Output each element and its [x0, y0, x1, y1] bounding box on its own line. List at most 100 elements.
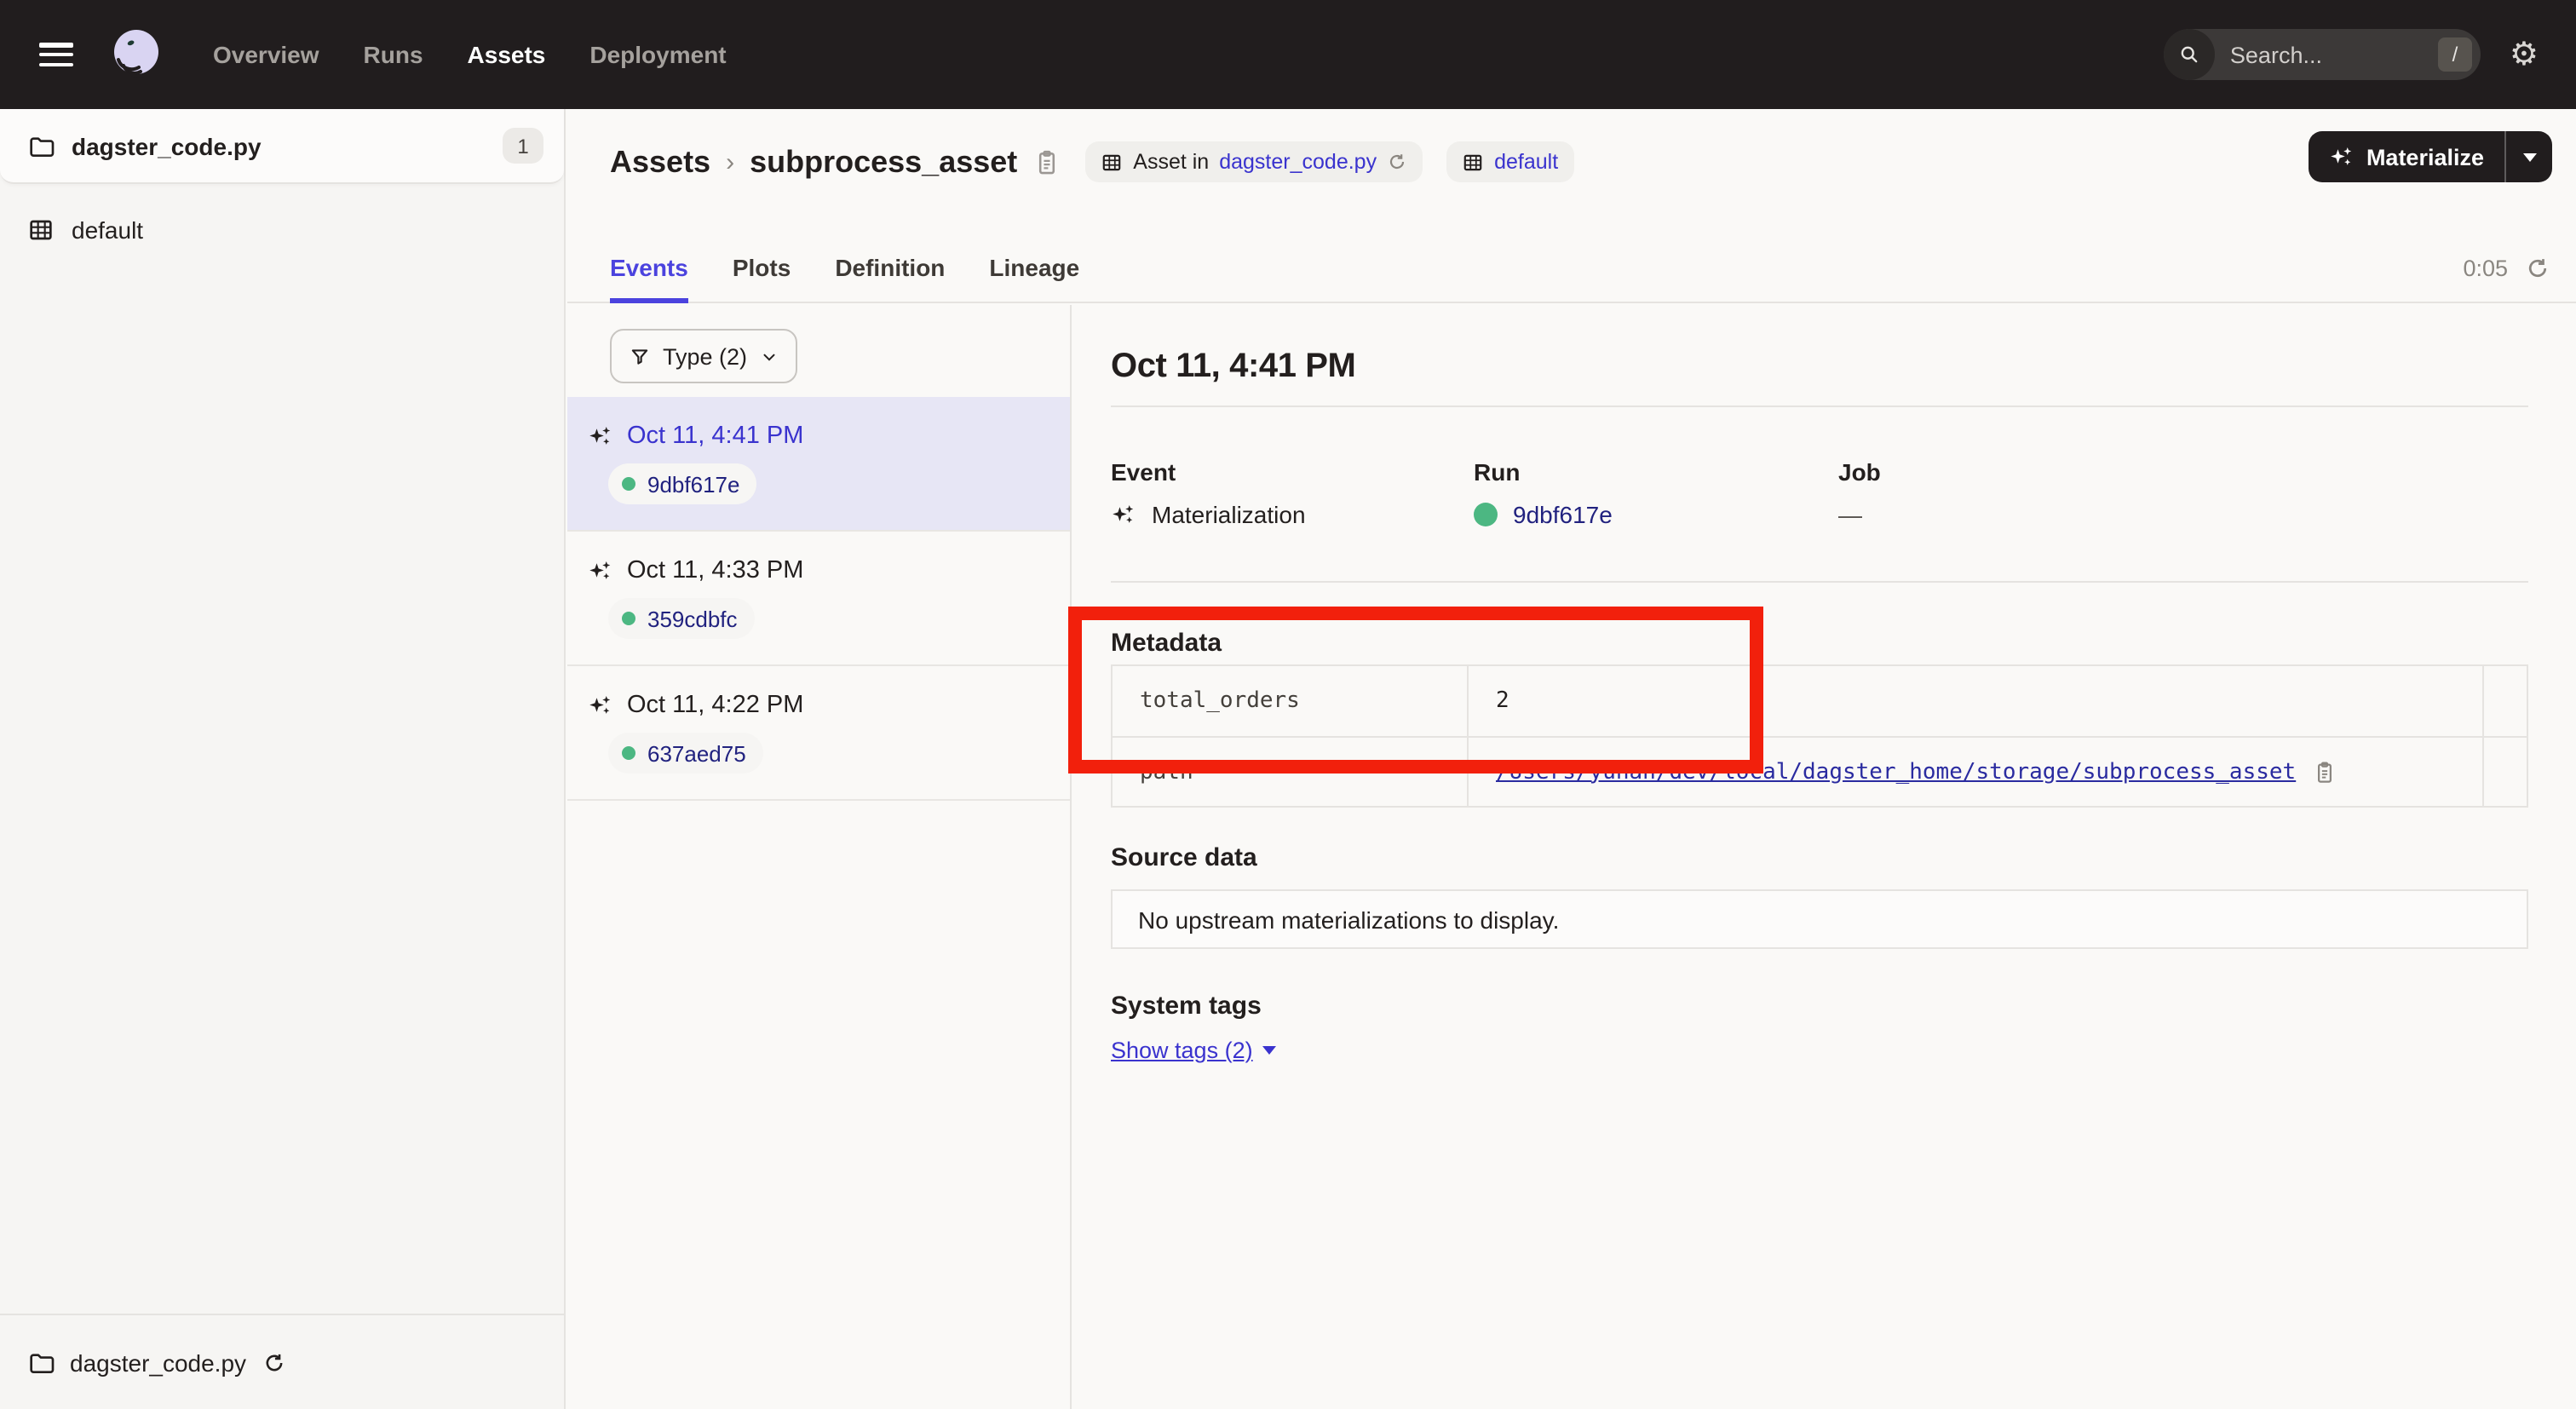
materialization-sparkle-icon [2329, 144, 2355, 170]
event-date: Oct 11, 4:41 PM [627, 423, 803, 450]
type-filter-label: Type (2) [663, 343, 747, 369]
sidebar-item-code-location[interactable]: dagster_code.py 1 [0, 109, 564, 184]
copy-path-icon[interactable] [2311, 759, 2337, 785]
search-shortcut-key: / [2438, 37, 2472, 72]
event-list-item[interactable]: Oct 11, 4:33 PM 359cdbfc [567, 532, 1070, 666]
primary-nav: Overview Runs Assets Deployment [213, 41, 727, 68]
metadata-key: path [1112, 737, 1468, 807]
tab-events[interactable]: Events [610, 254, 688, 303]
refresh-icon[interactable] [2525, 256, 2550, 281]
search-placeholder: Search... [2230, 42, 2322, 67]
chevron-down-icon [759, 347, 778, 365]
copy-asset-name-icon[interactable] [1032, 147, 1061, 176]
breadcrumb-assets-link[interactable]: Assets [610, 144, 710, 180]
metadata-key: total_orders [1112, 665, 1468, 737]
run-id-pill[interactable]: 9dbf617e [608, 463, 756, 504]
footer-code-location-label: dagster_code.py [70, 1349, 246, 1376]
event-detail-panel: Oct 11, 4:41 PM Event Materialization Ru… [1073, 305, 2576, 1409]
path-link[interactable]: /Users/yuhan/dev/local/dagster_home/stor… [1496, 759, 2296, 785]
asset-icon [1101, 151, 1123, 173]
refresh-area: 0:05 [2463, 256, 2550, 281]
source-data-empty-state: No upstream materializations to display. [1111, 889, 2528, 949]
asset-count-badge: 1 [503, 128, 543, 164]
asset-group-icon [27, 216, 55, 244]
code-location-label: dagster_code.py [72, 132, 262, 159]
page-header: Assets › subprocess_asset Asset in dagst… [567, 109, 2576, 303]
breadcrumb-separator: › [726, 147, 734, 176]
nav-item-deployment[interactable]: Deployment [589, 41, 726, 68]
tab-lineage[interactable]: Lineage [989, 254, 1079, 303]
materialization-sparkle-icon [588, 423, 613, 449]
sidebar-footer-code-location[interactable]: dagster_code.py [0, 1314, 564, 1409]
nav-item-overview[interactable]: Overview [213, 41, 319, 68]
event-column-label: Event [1111, 458, 1474, 486]
search-icon [2164, 29, 2215, 80]
event-detail-title: Oct 11, 4:41 PM [1111, 348, 2528, 387]
run-status-dot [1474, 503, 1498, 526]
group-link[interactable]: default [1494, 150, 1558, 174]
job-value: — [1838, 501, 1862, 528]
table-row: path /Users/yuhan/dev/local/dagster_home… [1112, 737, 2527, 807]
materialization-sparkle-icon [588, 558, 613, 584]
filter-icon [629, 345, 651, 367]
events-list-panel: Type (2) Oct 11, 4:41 PM 9dbf617e Oct 11… [567, 305, 1072, 1409]
run-id: 637aed75 [647, 740, 746, 766]
reload-icon[interactable] [262, 1350, 285, 1374]
run-id-pill[interactable]: 637aed75 [608, 733, 763, 774]
sidebar: dagster_code.py 1 default dagster_code.p… [0, 109, 566, 1409]
breadcrumb: Assets › subprocess_asset Asset in dagst… [610, 141, 2576, 182]
refresh-timer: 0:05 [2463, 256, 2508, 281]
materialize-options-button[interactable] [2506, 152, 2552, 161]
metadata-value: 2 [1468, 665, 2483, 737]
gear-icon[interactable]: ⚙ [2510, 38, 2539, 71]
run-status-dot [622, 477, 635, 491]
metadata-extra-cell [2483, 665, 2527, 737]
run-link[interactable]: 9dbf617e [1513, 501, 1613, 528]
asset-tabs: Events Plots Definition Lineage [610, 254, 1079, 303]
run-id: 359cdbfc [647, 606, 738, 631]
materialization-sparkle-icon [588, 693, 613, 718]
chip-prefix: Asset in [1133, 150, 1209, 174]
event-list-item[interactable]: Oct 11, 4:41 PM 9dbf617e [567, 397, 1070, 532]
page-title: subprocess_asset [750, 144, 1017, 180]
run-id-pill[interactable]: 359cdbfc [608, 598, 755, 639]
nav-item-assets[interactable]: Assets [468, 41, 546, 68]
type-filter-button[interactable]: Type (2) [610, 329, 796, 383]
top-nav: Overview Runs Assets Deployment Search..… [0, 0, 2576, 109]
divider [1111, 581, 2528, 583]
menu-icon[interactable] [39, 43, 73, 66]
tab-definition[interactable]: Definition [835, 254, 945, 303]
metadata-table: total_orders 2 path /Users/yuhan/dev/loc… [1111, 664, 2528, 808]
tab-plots[interactable]: Plots [733, 254, 791, 303]
code-location-link[interactable]: dagster_code.py [1219, 150, 1377, 174]
dagster-logo[interactable] [102, 20, 170, 89]
event-date: Oct 11, 4:33 PM [627, 557, 803, 584]
materialize-button[interactable]: Materialize [2309, 131, 2552, 182]
show-tags-label: Show tags (2) [1111, 1038, 1253, 1063]
source-data-empty-message: No upstream materializations to display. [1138, 906, 1559, 933]
materialize-label: Materialize [2366, 144, 2484, 170]
event-list-item[interactable]: Oct 11, 4:22 PM 637aed75 [567, 666, 1070, 801]
metadata-heading: Metadata [1111, 629, 2528, 658]
source-data-heading: Source data [1111, 843, 2528, 872]
run-status-dot [622, 746, 635, 760]
folder-icon [27, 132, 55, 159]
folder-icon [27, 1349, 55, 1376]
metadata-extra-cell [2483, 737, 2527, 807]
event-date: Oct 11, 4:22 PM [627, 692, 803, 719]
asset-group-chip[interactable]: default [1446, 141, 1573, 182]
asset-location-chip[interactable]: Asset in dagster_code.py [1085, 141, 1423, 182]
caret-down-icon [1263, 1046, 1277, 1055]
event-type-value: Materialization [1152, 501, 1306, 528]
dagster-app: Overview Runs Assets Deployment Search..… [0, 0, 2576, 1409]
sidebar-item-group-default[interactable]: default [0, 198, 564, 262]
materialization-sparkle-icon [1111, 502, 1136, 527]
system-tags-heading: System tags [1111, 992, 2528, 1021]
search-input[interactable]: Search... / [2164, 29, 2481, 80]
show-tags-toggle[interactable]: Show tags (2) [1111, 1038, 1277, 1063]
caret-down-icon [2522, 152, 2536, 161]
nav-item-runs[interactable]: Runs [364, 41, 423, 68]
group-label: default [72, 216, 143, 244]
reload-location-icon[interactable] [1387, 152, 1407, 172]
divider [1111, 405, 2528, 407]
